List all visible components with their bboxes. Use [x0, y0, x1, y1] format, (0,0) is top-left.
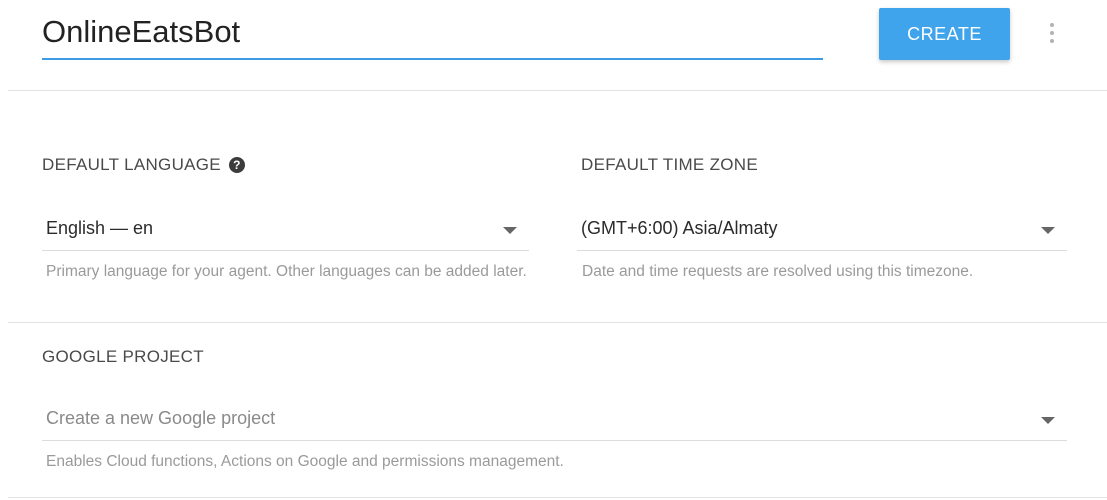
more-dot [1050, 39, 1054, 43]
agent-name-input[interactable] [42, 12, 823, 52]
more-dot [1050, 23, 1054, 27]
google-project-hint: Enables Cloud functions, Actions on Goog… [46, 453, 564, 470]
create-agent-page: CREATE DEFAULT LANGUAGE ? English — en P… [0, 0, 1107, 500]
create-button[interactable]: CREATE [879, 8, 1010, 60]
dropdown-arrow-icon [1041, 417, 1055, 424]
header-divider [8, 90, 1107, 91]
google-project-label: GOOGLE PROJECT [42, 347, 204, 366]
more-vert-icon[interactable] [1040, 16, 1064, 50]
default-language-select[interactable]: English — en [42, 210, 529, 251]
agent-name-field[interactable] [42, 12, 823, 60]
default-language-label-row: DEFAULT LANGUAGE ? [42, 155, 245, 175]
help-circle-icon[interactable]: ? [228, 157, 245, 173]
default-language-label: DEFAULT LANGUAGE [42, 155, 221, 174]
default-timezone-value: (GMT+6:00) Asia/Almaty [581, 218, 778, 238]
section-divider [8, 322, 1107, 323]
default-language-hint: Primary language for your agent. Other l… [46, 263, 527, 280]
google-project-select[interactable]: Create a new Google project [42, 400, 1067, 441]
dropdown-arrow-icon [503, 227, 517, 234]
default-timezone-select[interactable]: (GMT+6:00) Asia/Almaty [577, 210, 1067, 251]
default-timezone-label-row: DEFAULT TIME ZONE [581, 155, 758, 175]
dropdown-arrow-icon [1041, 227, 1055, 234]
google-project-label-row: GOOGLE PROJECT [42, 347, 204, 367]
more-dot [1050, 31, 1054, 35]
default-timezone-label: DEFAULT TIME ZONE [581, 155, 759, 174]
default-language-value: English — en [46, 218, 154, 238]
default-timezone-hint: Date and time requests are resolved usin… [582, 263, 974, 280]
footer-divider [8, 497, 1107, 498]
google-project-placeholder: Create a new Google project [46, 408, 276, 428]
